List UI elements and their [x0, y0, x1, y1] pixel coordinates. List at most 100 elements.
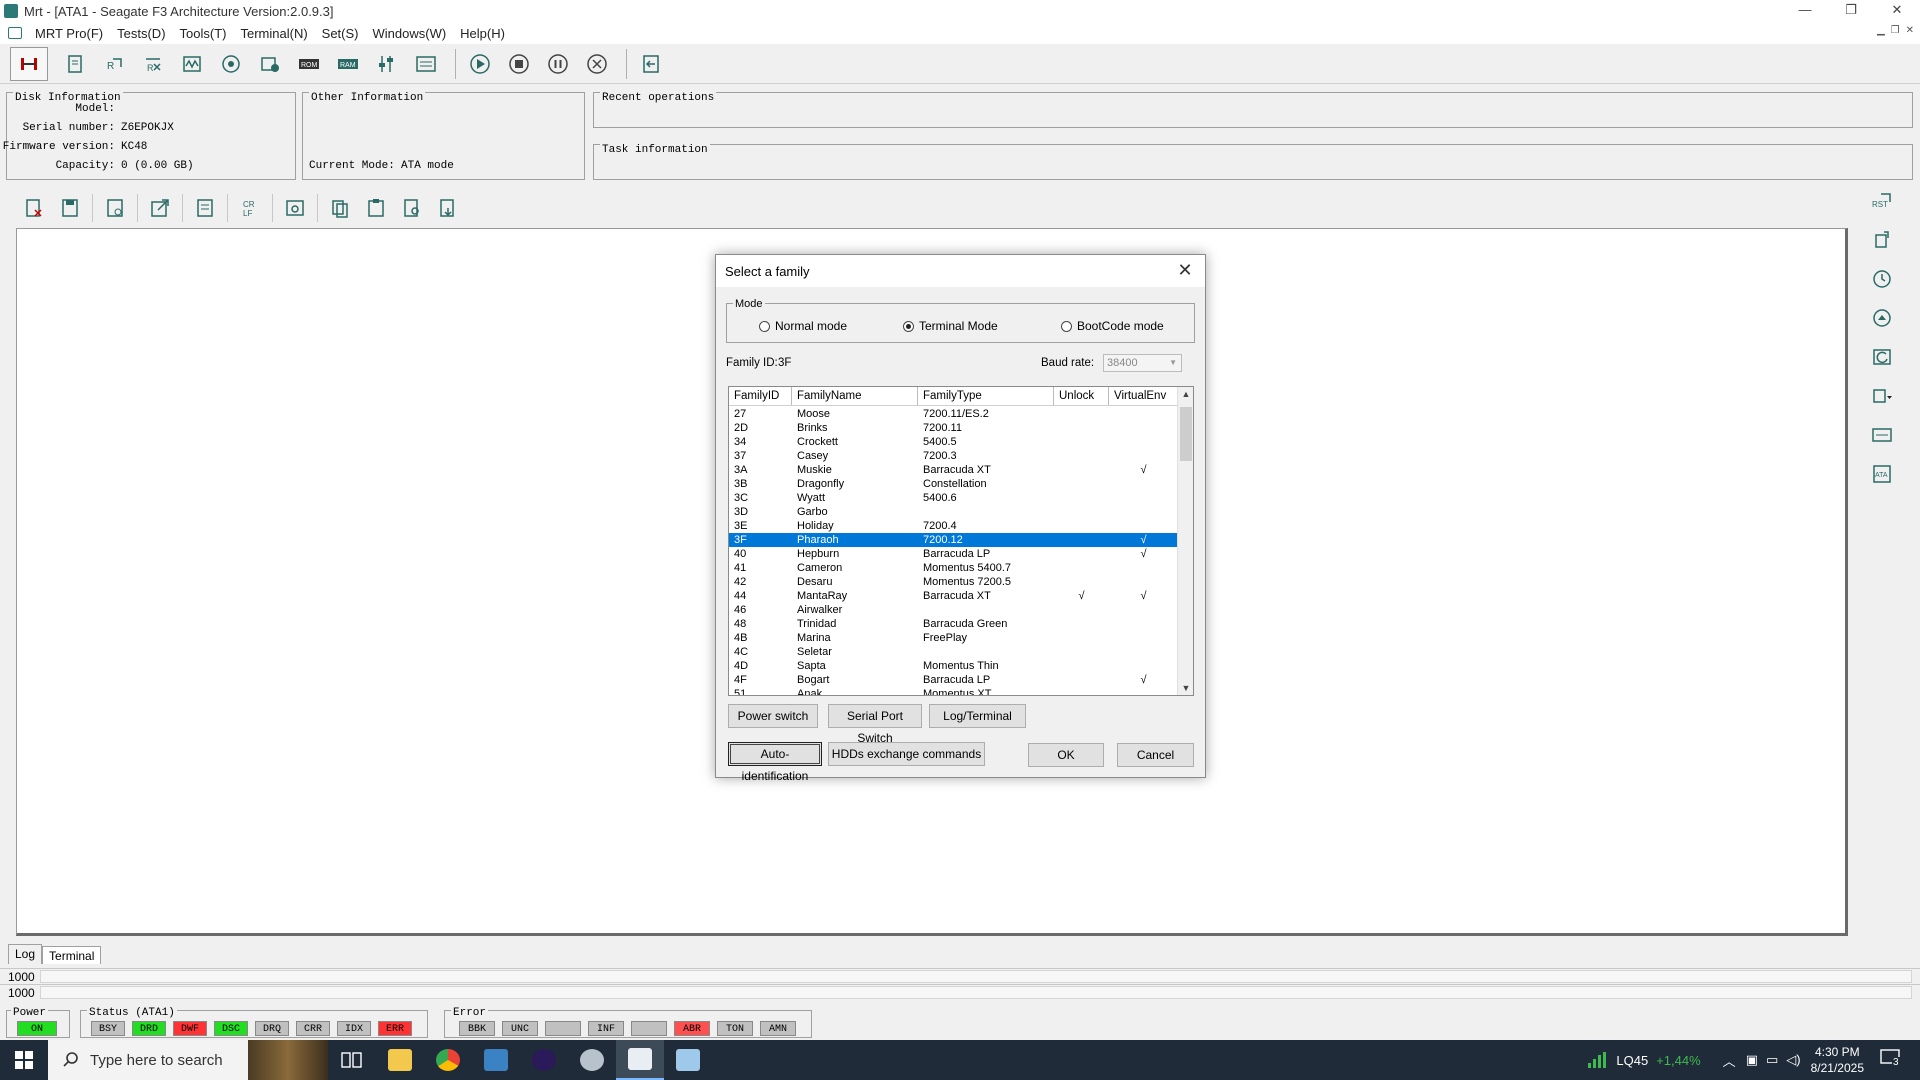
- power-switch-button[interactable]: Power switch: [728, 704, 818, 728]
- mdi-close-icon[interactable]: ✕: [1906, 25, 1914, 36]
- family-row[interactable]: 4B Marina FreePlay: [729, 631, 1178, 645]
- cancel-button[interactable]: Cancel: [1117, 743, 1194, 767]
- tb-recal-button[interactable]: R: [136, 48, 170, 80]
- tab-log[interactable]: Log: [8, 944, 43, 964]
- export-button[interactable]: [142, 193, 178, 223]
- tb-panel-button[interactable]: [409, 48, 443, 80]
- dialog-close-icon[interactable]: ✕: [1173, 260, 1197, 282]
- tb-settings-button[interactable]: [370, 48, 404, 80]
- family-row[interactable]: 51 Anak Momentus XT: [729, 687, 1178, 695]
- report-button[interactable]: [187, 193, 223, 223]
- col-family-name[interactable]: FamilyName: [792, 387, 918, 405]
- task-view-button[interactable]: [328, 1040, 376, 1080]
- find-next-button[interactable]: [430, 193, 466, 223]
- log-terminal-button[interactable]: Log/Terminal: [929, 704, 1026, 728]
- menu-windows[interactable]: Windows(W): [366, 26, 454, 41]
- menu-set[interactable]: Set(S): [315, 26, 366, 41]
- start-button[interactable]: [0, 1040, 48, 1080]
- app-button[interactable]: [520, 1040, 568, 1080]
- tab-terminal[interactable]: Terminal: [42, 946, 102, 964]
- taskbar-search-box[interactable]: Type here to search: [48, 1040, 328, 1080]
- family-row[interactable]: 40 Hepburn Barracuda LP √: [729, 547, 1178, 561]
- clear-log-button[interactable]: [16, 193, 52, 223]
- family-row[interactable]: 3D Garbo: [729, 505, 1178, 519]
- tb-globe-button[interactable]: [214, 48, 248, 80]
- file-explorer-button[interactable]: [376, 1040, 424, 1080]
- tb-reset-button[interactable]: R: [97, 48, 131, 80]
- family-list[interactable]: FamilyID FamilyName FamilyType Unlock Vi…: [728, 386, 1194, 696]
- scroll-up-icon[interactable]: ▲: [1178, 389, 1193, 399]
- reload-disk-button[interactable]: [1867, 342, 1897, 372]
- tb-file-button[interactable]: [58, 48, 92, 80]
- pause-button[interactable]: [541, 48, 575, 80]
- power-cycle-button[interactable]: [1867, 225, 1897, 255]
- family-row[interactable]: 34 Crockett 5400.5: [729, 435, 1178, 449]
- save-log-button[interactable]: [52, 193, 88, 223]
- network-icon[interactable]: ▭: [1766, 1052, 1778, 1068]
- find-button[interactable]: [394, 193, 430, 223]
- notifications-button[interactable]: 3: [1880, 1049, 1910, 1071]
- family-row[interactable]: 27 Moose 7200.11/ES.2: [729, 407, 1178, 421]
- mrt-app-button[interactable]: [616, 1040, 664, 1080]
- ok-button[interactable]: OK: [1028, 743, 1104, 767]
- col-family-type[interactable]: FamilyType: [918, 387, 1054, 405]
- family-row[interactable]: 2D Brinks 7200.11: [729, 421, 1178, 435]
- menu-help[interactable]: Help(H): [453, 26, 512, 41]
- crlf-button[interactable]: CR LF: [232, 193, 268, 223]
- family-row[interactable]: 3C Wyatt 5400.6: [729, 491, 1178, 505]
- tb-signal-button[interactable]: [175, 48, 209, 80]
- menu-terminal[interactable]: Terminal(N): [233, 26, 314, 41]
- family-row[interactable]: 3B Dragonfly Constellation: [729, 477, 1178, 491]
- menu-tools[interactable]: Tools(T): [173, 26, 234, 41]
- refresh-button[interactable]: [1867, 264, 1897, 294]
- webcam-icon[interactable]: ▣: [1746, 1052, 1758, 1068]
- clock[interactable]: 4:30 PM 8/21/2025: [1811, 1044, 1864, 1076]
- play-button[interactable]: [463, 48, 497, 80]
- family-row[interactable]: 41 Cameron Momentus 5400.7: [729, 561, 1178, 575]
- cancel-task-button[interactable]: [580, 48, 614, 80]
- upload-button[interactable]: [1867, 303, 1897, 333]
- app-button[interactable]: [568, 1040, 616, 1080]
- family-row[interactable]: 48 Trinidad Barracuda Green: [729, 617, 1178, 631]
- terminal-mode-radio[interactable]: Terminal Mode: [903, 319, 998, 333]
- col-unlock[interactable]: Unlock: [1054, 387, 1109, 405]
- minimize-button[interactable]: —: [1782, 0, 1828, 22]
- normal-mode-radio[interactable]: Normal mode: [759, 319, 847, 333]
- family-row[interactable]: 3F Pharaoh 7200.12 √: [729, 533, 1178, 547]
- family-row[interactable]: 46 Airwalker: [729, 603, 1178, 617]
- hdds-exchange-commands-button[interactable]: HDDs exchange commands: [828, 742, 985, 766]
- family-row[interactable]: 44 MantaRay Barracuda XT √ √: [729, 589, 1178, 603]
- family-row[interactable]: 4D Sapta Momentus Thin: [729, 659, 1178, 673]
- family-row[interactable]: 4F Bogart Barracuda LP √: [729, 673, 1178, 687]
- col-family-id[interactable]: FamilyID: [729, 387, 792, 405]
- menu-mrt-pro[interactable]: MRT Pro(F): [28, 26, 110, 41]
- list-scrollbar[interactable]: ▲ ▼: [1177, 387, 1193, 695]
- auto-identification-button[interactable]: Auto-identification: [728, 742, 822, 783]
- serial-port-switch-button[interactable]: Serial Port Switch: [828, 704, 922, 745]
- col-virtual-env[interactable]: VirtualEnv: [1109, 387, 1178, 405]
- bootcode-mode-radio[interactable]: BootCode mode: [1061, 319, 1164, 333]
- screen-button[interactable]: [1867, 420, 1897, 450]
- save-as-button[interactable]: [97, 193, 133, 223]
- family-row[interactable]: 4C Seletar: [729, 645, 1178, 659]
- volume-icon[interactable]: ◁): [1786, 1052, 1800, 1068]
- log-settings-button[interactable]: [277, 193, 313, 223]
- ata-button[interactable]: ATA: [1867, 459, 1897, 489]
- disk-connect-button[interactable]: [10, 46, 48, 81]
- app-button[interactable]: [664, 1040, 712, 1080]
- mdi-restore-icon[interactable]: ❐: [1891, 25, 1900, 36]
- stop-button[interactable]: [502, 48, 536, 80]
- copy-button[interactable]: [322, 193, 358, 223]
- chrome-button[interactable]: [424, 1040, 472, 1080]
- close-button[interactable]: ✕: [1874, 0, 1920, 22]
- family-row[interactable]: 3A Muskie Barracuda XT √: [729, 463, 1178, 477]
- family-row[interactable]: 42 Desaru Momentus 7200.5: [729, 575, 1178, 589]
- tb-ram-button[interactable]: RAM: [331, 48, 365, 80]
- step-dropdown-button[interactable]: [1867, 381, 1897, 411]
- menu-tests[interactable]: Tests(D): [110, 26, 172, 41]
- tb-refresh-disk-button[interactable]: [253, 48, 287, 80]
- ticker-name[interactable]: LQ45: [1616, 1053, 1648, 1068]
- restore-button[interactable]: ❐: [1828, 0, 1874, 22]
- exit-button[interactable]: [634, 48, 668, 80]
- family-row[interactable]: 3E Holiday 7200.4: [729, 519, 1178, 533]
